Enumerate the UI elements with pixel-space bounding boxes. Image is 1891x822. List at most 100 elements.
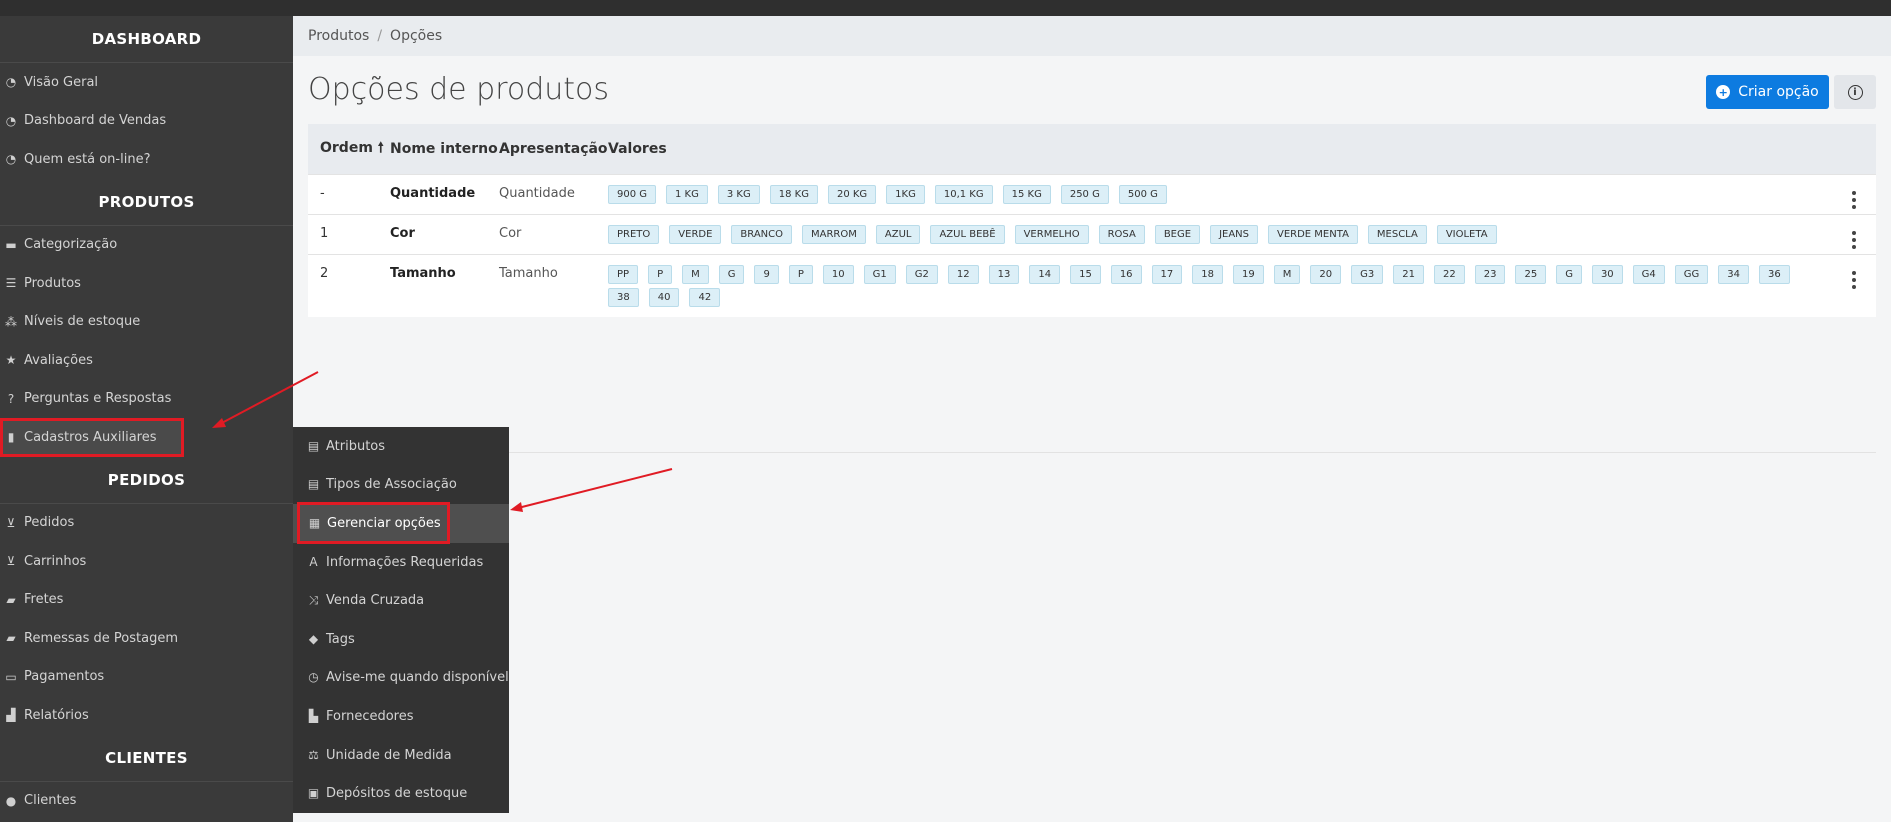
breadcrumb-item-produtos[interactable]: Produtos: [308, 28, 369, 44]
sidebar-item-clientes[interactable]: ● Clientes: [0, 782, 293, 821]
submenu-item-tipos-de-associacao[interactable]: ▤ Tipos de Associação: [293, 466, 509, 505]
breadcrumb-item-opcoes: Opções: [390, 28, 443, 44]
value-tag: VERDE: [669, 225, 722, 244]
submenu-item-label: Tags: [326, 631, 355, 647]
submenu-item-venda-cruzada[interactable]: ⤨ Venda Cruzada: [293, 581, 509, 620]
tag-icon: ◆: [308, 631, 319, 646]
value-tag: 36: [1759, 265, 1790, 284]
sidebar-section-title: DASHBOARD: [0, 16, 293, 63]
cell-order: 1: [320, 226, 329, 241]
value-tag: 900 G: [608, 185, 657, 204]
sidebar-section-title: CLIENTES: [0, 735, 293, 782]
sidebar-item-carrinhos[interactable]: ⊻ Carrinhos: [0, 542, 293, 581]
submenu-item-gerenciar-opcoes[interactable]: ▦ Gerenciar opções: [293, 502, 509, 545]
sidebar-item-fretes[interactable]: ▰ Fretes: [0, 581, 293, 620]
value-tag: AZUL BEBÊ: [930, 225, 1005, 244]
value-tag: PRETO: [608, 225, 660, 244]
value-tag: P: [648, 265, 673, 284]
sidebar-item-remessas-de-postagem[interactable]: ▰ Remessas de Postagem: [0, 619, 293, 658]
sidebar-item-label: Carrinhos: [24, 553, 87, 569]
folder-icon: ▬: [5, 237, 17, 252]
submenu-item-unidade-de-medida[interactable]: ⚖ Unidade de Medida: [293, 736, 509, 775]
value-tag: MESCLA: [1367, 225, 1427, 244]
submenu-item-informacoes-requeridas[interactable]: A Informações Requeridas: [293, 543, 509, 582]
info-button[interactable]: i: [1834, 75, 1876, 109]
user-icon: ●: [5, 793, 17, 808]
cell-internal-name: Quantidade: [390, 186, 476, 201]
value-tag: 38: [608, 288, 639, 307]
submenu-item-content: ⚖ Unidade de Medida: [307, 748, 452, 763]
sidebar-item-label: Quem está on-line?: [24, 151, 151, 167]
archive-icon: ▣: [307, 786, 320, 801]
value-tag: 23: [1474, 265, 1506, 284]
sidebar-item-relatorios[interactable]: ▟ Relatórios: [0, 696, 293, 735]
sidebar-item-label: Relatórios: [24, 707, 89, 723]
list-icon: ☰: [5, 276, 17, 291]
sidebar-item-label: Produtos: [24, 275, 81, 291]
value-tag: VERDE MENTA: [1268, 225, 1358, 244]
options-table: Ordem 🠕 Nome interno Apresentação Valore…: [308, 124, 1876, 317]
value-tag: 500 G: [1118, 185, 1167, 204]
value-tag: 1 KG: [666, 185, 708, 204]
sidebar-item-cadastros-auxiliares[interactable]: ▮ Cadastros Auxiliares: [0, 418, 184, 457]
sidebar-item-pedidos[interactable]: ⊻ Pedidos: [0, 504, 293, 543]
cell-internal-name: Cor: [390, 226, 415, 241]
gauge-icon: ◔: [5, 75, 17, 90]
arrow-head-2: [510, 502, 523, 512]
value-tag: 9: [754, 265, 779, 284]
submenu-item-fornecedores[interactable]: ▙ Fornecedores: [293, 697, 509, 736]
kebab-dot: [1852, 271, 1856, 275]
kebab-dot: [1852, 198, 1856, 202]
info-icon: i: [1847, 84, 1863, 100]
industry-icon: ▙: [308, 708, 319, 723]
breadcrumb-separator: /: [377, 28, 383, 44]
value-tag: G1: [863, 265, 896, 284]
sidebar-item-label: Clientes: [24, 793, 77, 809]
sidebar-item-label: Pagamentos: [24, 669, 105, 685]
submenu-item-avise-me-quando-disponivel[interactable]: ◷ Avise-me quando disponível: [293, 659, 509, 698]
header-ordem[interactable]: Ordem 🠕: [308, 137, 390, 161]
sidebar-item-visao-geral[interactable]: ◔ Visão Geral: [0, 63, 293, 102]
value-tag: MARROM: [802, 225, 866, 244]
header-nome-interno: Nome interno: [390, 141, 498, 157]
submenu-item-atributos[interactable]: ▤ Atributos: [293, 427, 509, 466]
sidebar-item-perguntas-e-respostas[interactable]: ? Perguntas e Respostas: [0, 380, 293, 419]
submenu-item-label: Depósitos de estoque: [326, 786, 468, 802]
submenu-item-content: ▤ Atributos: [307, 439, 385, 454]
sidebar-item-quem-esta-on-line[interactable]: ◔ Quem está on-line?: [0, 140, 293, 179]
grid-icon: ▦: [308, 516, 321, 531]
value-tag: ROSA: [1098, 225, 1145, 244]
submenu-item-content: A Informações Requeridas: [307, 555, 483, 570]
submenu-item-content: ◆ Tags: [307, 632, 355, 647]
value-tag: VERMELHO: [1014, 225, 1089, 244]
sidebar-item-label: Visão Geral: [24, 74, 99, 90]
create-option-button[interactable]: + Criar opção: [1706, 75, 1829, 109]
row-actions-kebab-icon[interactable]: [1852, 191, 1856, 209]
sidebar-item-niveis-de-estoque[interactable]: ⁂ Níveis de estoque: [0, 303, 293, 342]
kebab-dot: [1852, 238, 1856, 242]
value-tag: 10: [822, 265, 854, 284]
sidebar-item-pagamentos[interactable]: ▭ Pagamentos: [0, 658, 293, 697]
value-tag: 17: [1151, 265, 1183, 284]
divider: [509, 452, 1876, 453]
cart-icon: ⊻: [6, 554, 16, 569]
value-tag: 1KG: [886, 185, 925, 204]
value-tag: 3 KG: [717, 185, 760, 204]
submenu-item-tags[interactable]: ◆ Tags: [293, 620, 509, 659]
header-valores: Valores: [608, 141, 667, 157]
kebab-dot: [1852, 278, 1856, 282]
sidebar-item-avaliacoes[interactable]: ★ Avaliações: [0, 341, 293, 380]
sidebar-item-dashboard-de-vendas[interactable]: ◔ Dashboard de Vendas: [0, 102, 293, 141]
sidebar: DASHBOARD ◔ Visão Geral ◔ Dashboard de Venda…: [0, 16, 293, 822]
value-tag: BRANCO: [731, 225, 792, 244]
row-actions-kebab-icon[interactable]: [1852, 231, 1856, 249]
value-tag: G4: [1632, 265, 1665, 284]
cart-icon: ⊻: [6, 515, 16, 530]
submenu-item-depositos-de-estoque[interactable]: ▣ Depósitos de estoque: [293, 774, 509, 813]
value-tag: G: [718, 265, 745, 284]
row-actions-kebab-icon[interactable]: [1852, 271, 1856, 289]
sidebar-item-categorizacao[interactable]: ▬ Categorização: [0, 226, 293, 265]
submenu-item-label: Tipos de Associação: [326, 477, 457, 493]
value-tag: VIOLETA: [1436, 225, 1497, 244]
sidebar-item-produtos[interactable]: ☰ Produtos: [0, 264, 293, 303]
